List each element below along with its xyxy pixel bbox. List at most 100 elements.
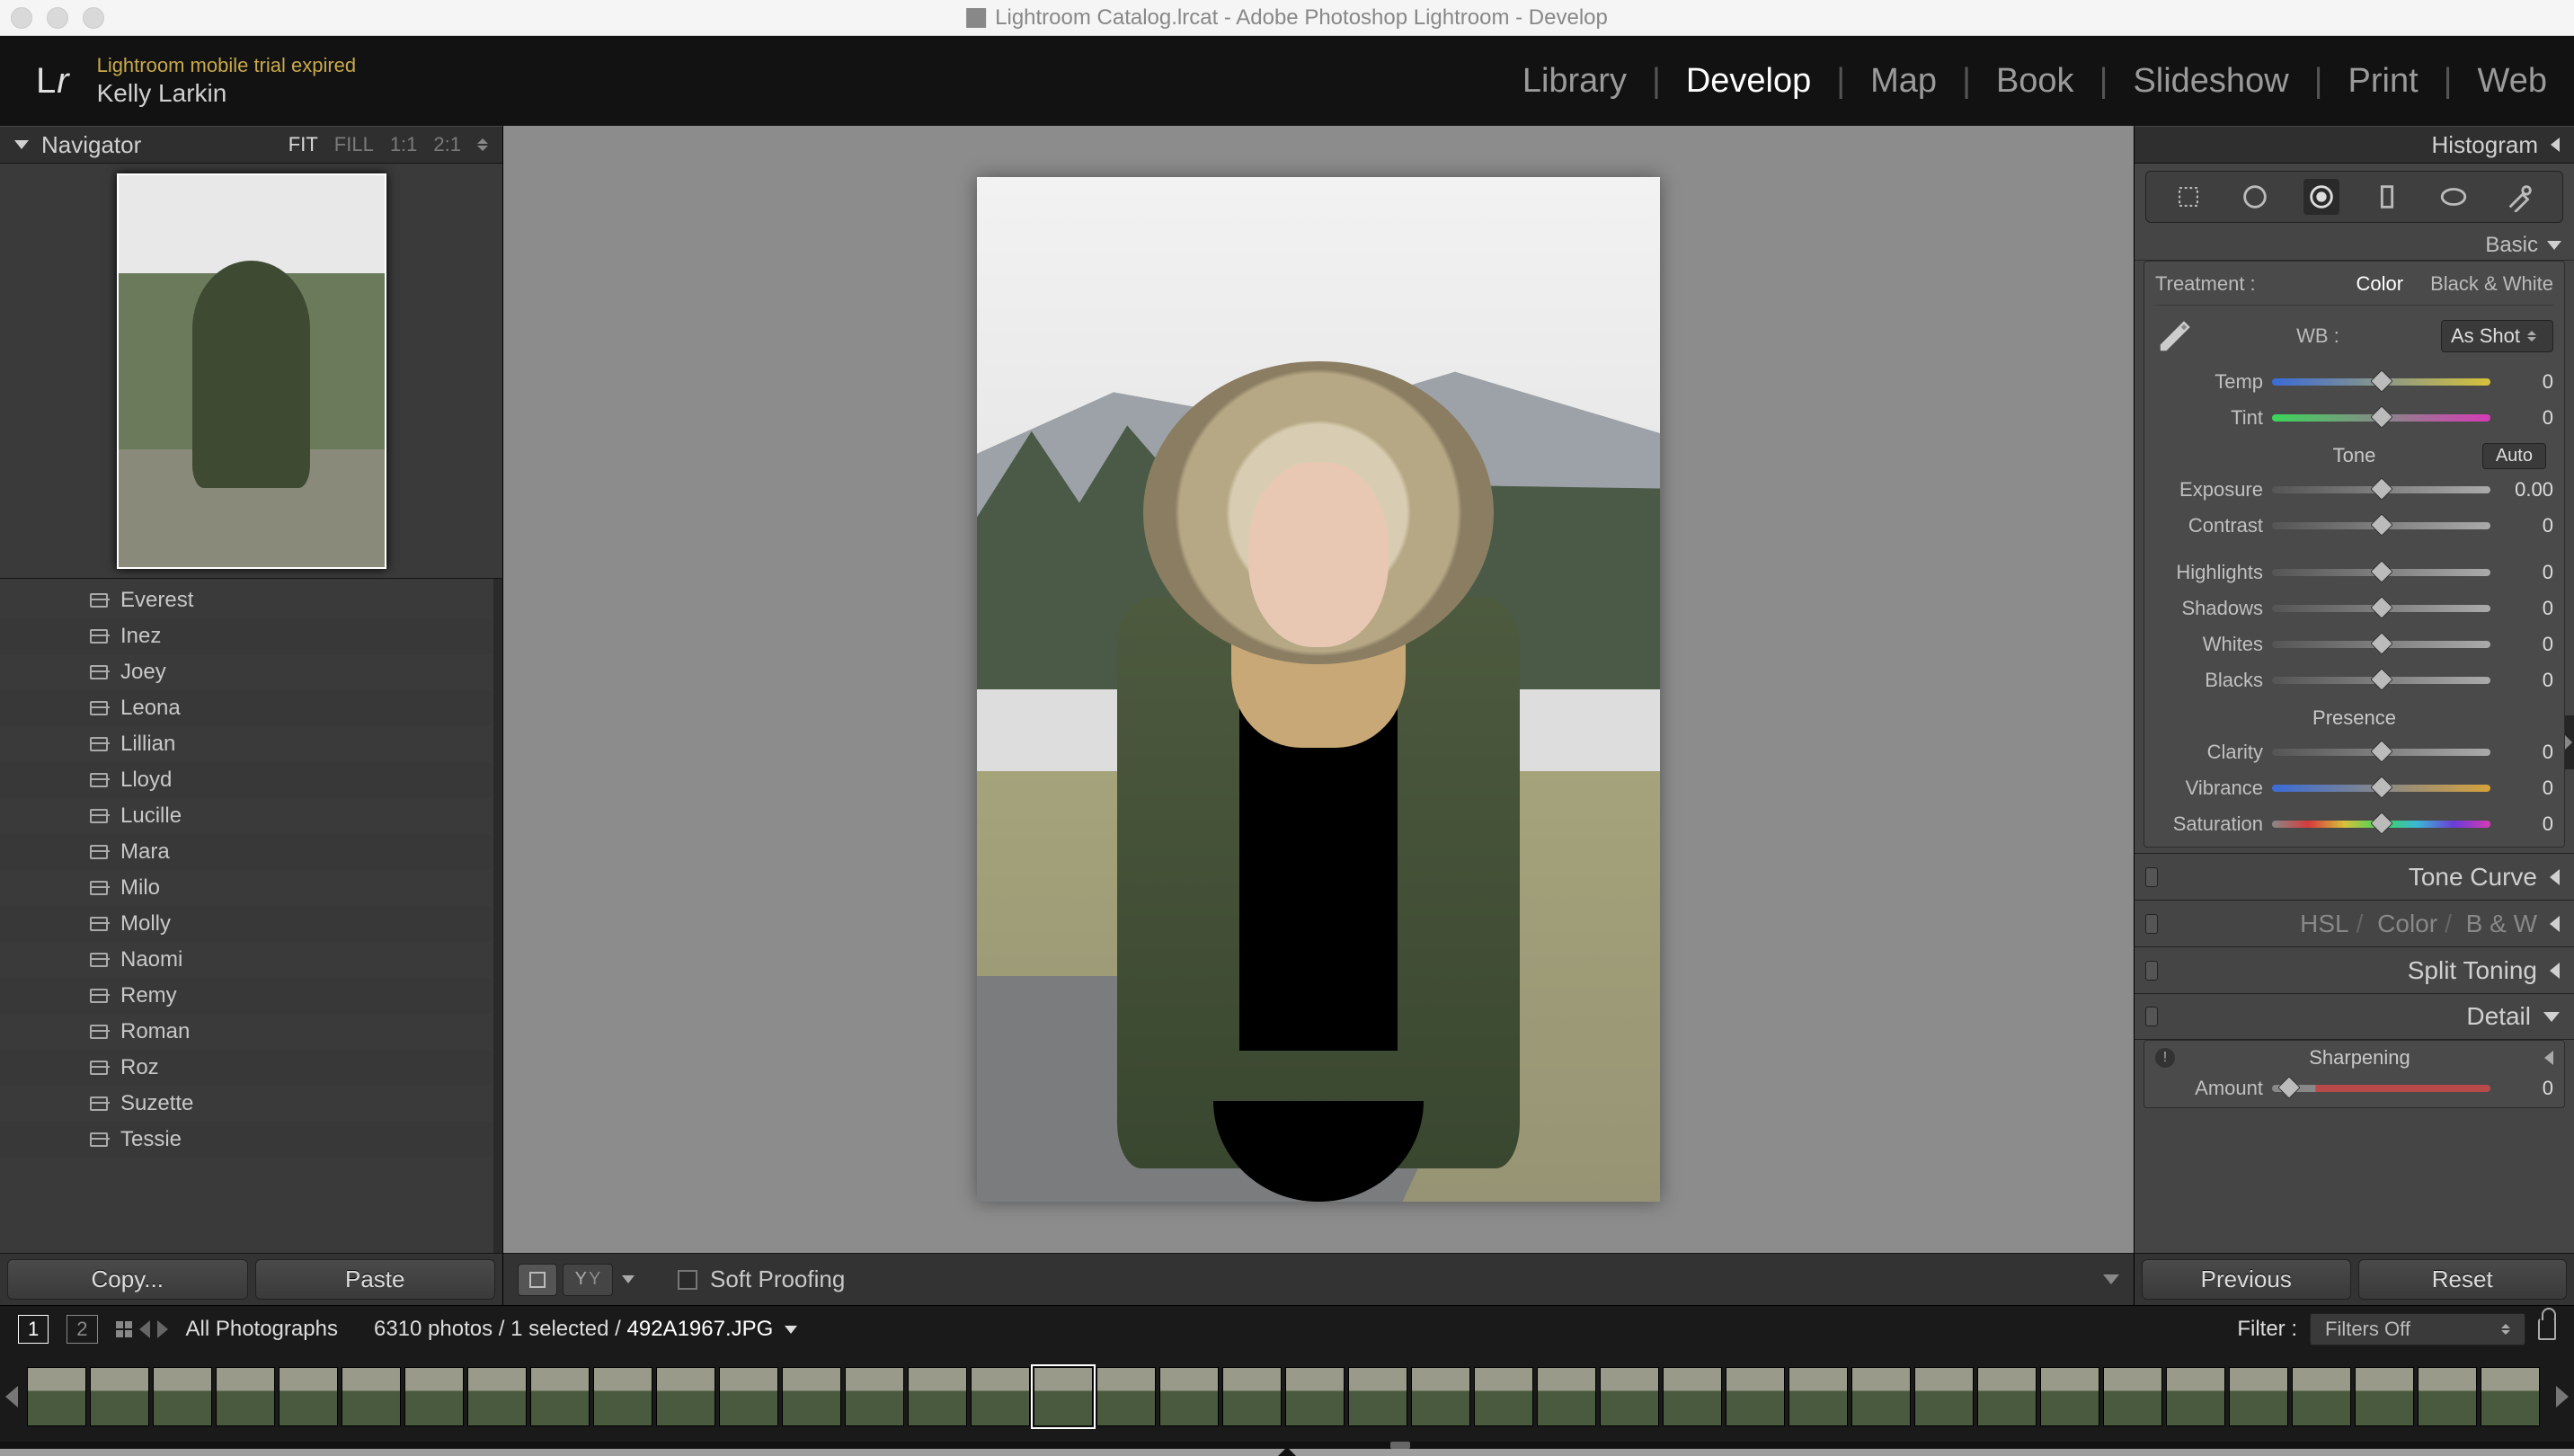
filmstrip-thumb[interactable]: [2229, 1367, 2288, 1426]
next-photo-icon[interactable]: [157, 1320, 168, 1338]
detail-switch[interactable]: [2145, 1007, 2158, 1026]
filmstrip-thumb[interactable]: [1726, 1367, 1785, 1426]
collection-item[interactable]: Everest: [0, 582, 502, 618]
paste-settings-button[interactable]: Paste: [255, 1259, 496, 1300]
filmstrip-thumb[interactable]: [153, 1367, 212, 1426]
filmstrip-thumb[interactable]: [2355, 1367, 2414, 1426]
module-library[interactable]: Library: [1522, 62, 1627, 101]
collection-item[interactable]: Naomi: [0, 942, 502, 978]
spot-removal-button[interactable]: [2237, 179, 2273, 215]
collection-item[interactable]: Mara: [0, 834, 502, 870]
tone-curve-panel-header[interactable]: Tone Curve: [2135, 853, 2574, 900]
filmstrip-thumb[interactable]: [719, 1367, 778, 1426]
filmstrip-source-path[interactable]: All Photographs 6310 photos / 1 selected…: [186, 1317, 797, 1342]
filmstrip-thumb[interactable]: [1977, 1367, 2037, 1426]
filmstrip-thumb[interactable]: [404, 1367, 464, 1426]
graduated-filter-button[interactable]: [2369, 179, 2405, 215]
filmstrip-thumb[interactable]: [1222, 1367, 1282, 1426]
collection-item[interactable]: Lucille: [0, 798, 502, 834]
filmstrip-thumb[interactable]: [27, 1367, 86, 1426]
redeye-tool-button[interactable]: [2303, 179, 2339, 215]
filmstrip-thumb[interactable]: [2292, 1367, 2351, 1426]
trial-status[interactable]: Lightroom mobile trial expired: [97, 54, 357, 77]
filmstrip-scrollbar[interactable]: [0, 1442, 2574, 1449]
filmstrip-thumb[interactable]: [1851, 1367, 1911, 1426]
previous-button[interactable]: Previous: [2142, 1259, 2351, 1300]
tone-curve-switch[interactable]: [2145, 867, 2158, 887]
collection-item[interactable]: Lillian: [0, 726, 502, 762]
filmstrip-thumb[interactable]: [1474, 1367, 1533, 1426]
module-web[interactable]: Web: [2478, 62, 2547, 101]
filmstrip-thumb[interactable]: [2103, 1367, 2162, 1426]
copy-settings-button[interactable]: Copy...: [7, 1259, 248, 1300]
collection-item[interactable]: Roz: [0, 1050, 502, 1086]
before-after-button[interactable]: YY: [563, 1264, 613, 1296]
module-book[interactable]: Book: [1996, 62, 2074, 101]
filmstrip-thumb[interactable]: [1600, 1367, 1659, 1426]
filmstrip-thumbs[interactable]: [0, 1352, 2574, 1442]
module-print[interactable]: Print: [2348, 62, 2419, 101]
reset-button[interactable]: Reset: [2358, 1259, 2568, 1300]
primary-display-button[interactable]: 1: [18, 1315, 49, 1344]
filmstrip-thumb[interactable]: [1411, 1367, 1470, 1426]
histogram-panel-header[interactable]: Histogram: [2135, 126, 2574, 164]
sharpening-preview-icon[interactable]: [2544, 1051, 2553, 1065]
blacks-slider[interactable]: Blacks 0: [2155, 665, 2553, 696]
filmstrip-thumb[interactable]: [2481, 1367, 2540, 1426]
exposure-slider[interactable]: Exposure 0.00: [2155, 475, 2553, 505]
module-develop[interactable]: Develop: [1686, 62, 1811, 101]
treatment-color[interactable]: Color: [2356, 272, 2403, 296]
filmstrip-thumb[interactable]: [1914, 1367, 1974, 1426]
filmstrip-thumb[interactable]: [1663, 1367, 1722, 1426]
filmstrip-source-menu-icon[interactable]: [785, 1326, 797, 1334]
filmstrip-thumb[interactable]: [279, 1367, 338, 1426]
crop-tool-button[interactable]: [2170, 179, 2206, 215]
collection-item[interactable]: Inez: [0, 618, 502, 654]
collection-item[interactable]: Milo: [0, 870, 502, 906]
close-window-button[interactable]: [11, 7, 32, 29]
split-toning-panel-header[interactable]: Split Toning: [2135, 946, 2574, 993]
collection-item[interactable]: Lloyd: [0, 762, 502, 798]
adjustment-brush-button[interactable]: [2502, 179, 2538, 215]
filmstrip-thumb[interactable]: [971, 1367, 1030, 1426]
clarity-slider[interactable]: Clarity 0: [2155, 737, 2553, 768]
before-after-menu-icon[interactable]: [622, 1275, 635, 1283]
saturation-slider[interactable]: Saturation 0: [2155, 809, 2553, 839]
zoom-fit[interactable]: FIT: [288, 133, 318, 156]
navigator-panel-header[interactable]: Navigator FIT FILL 1:1 2:1: [0, 126, 502, 164]
soft-proofing-checkbox[interactable]: [678, 1270, 697, 1290]
module-slideshow[interactable]: Slideshow: [2133, 62, 2288, 101]
collection-item[interactable]: Remy: [0, 978, 502, 1014]
contrast-slider[interactable]: Contrast 0: [2155, 510, 2553, 541]
prev-photo-icon[interactable]: [139, 1320, 150, 1338]
grid-view-icon[interactable]: [116, 1321, 132, 1337]
hsl-panel-header[interactable]: HSL/ Color/ B & W: [2135, 900, 2574, 946]
filmstrip-thumb[interactable]: [1159, 1367, 1219, 1426]
toolbar-options-icon[interactable]: [2103, 1274, 2119, 1284]
detail-panel-header[interactable]: Detail: [2135, 993, 2574, 1040]
sharpen-amount-slider[interactable]: Amount 0: [2155, 1073, 2553, 1104]
filmstrip-thumb[interactable]: [782, 1367, 841, 1426]
filmstrip-thumb[interactable]: [1034, 1367, 1093, 1426]
shadows-slider[interactable]: Shadows 0: [2155, 593, 2553, 624]
detail-warning-icon[interactable]: !: [2155, 1048, 2175, 1068]
filmstrip-thumb[interactable]: [845, 1367, 904, 1426]
collection-item[interactable]: Joey: [0, 654, 502, 690]
module-map[interactable]: Map: [1870, 62, 1937, 101]
filmstrip-thumb[interactable]: [1348, 1367, 1407, 1426]
left-panel-scrollbar[interactable]: [493, 579, 502, 1253]
filmstrip-thumb[interactable]: [1537, 1367, 1596, 1426]
white-balance-eyedropper[interactable]: [2155, 316, 2195, 356]
filmstrip-thumb[interactable]: [1788, 1367, 1848, 1426]
filmstrip-thumb[interactable]: [593, 1367, 652, 1426]
minimize-window-button[interactable]: [47, 7, 68, 29]
radial-filter-button[interactable]: [2436, 179, 2472, 215]
filter-lock-icon[interactable]: [2538, 1318, 2556, 1340]
treatment-blackwhite[interactable]: Black & White: [2430, 272, 2553, 296]
navigator-preview[interactable]: [0, 164, 502, 579]
vibrance-slider[interactable]: Vibrance 0: [2155, 773, 2553, 803]
zoom-1-1[interactable]: 1:1: [390, 133, 418, 156]
collection-item[interactable]: Molly: [0, 906, 502, 942]
collection-item[interactable]: Suzette: [0, 1086, 502, 1122]
loupe-view-button[interactable]: [518, 1264, 557, 1296]
